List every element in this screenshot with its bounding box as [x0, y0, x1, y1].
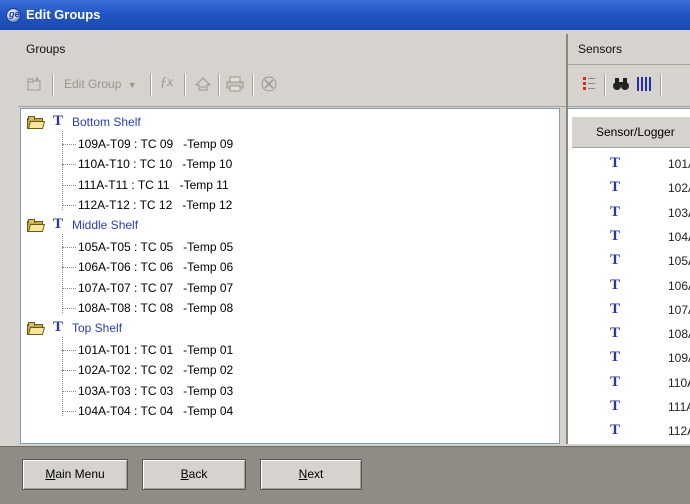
tree-branch-line	[62, 370, 76, 372]
window-title: Edit Groups	[26, 7, 101, 22]
app-logo-icon: ge	[6, 8, 21, 23]
folder-icon[interactable]	[27, 219, 46, 232]
sensor-type-icon: T	[610, 179, 621, 196]
back-label: Back	[180, 467, 208, 481]
sensor-type-icon: T	[610, 422, 621, 439]
sensor-row-id[interactable]: 103A	[668, 206, 690, 220]
edit-group-label: Edit Group	[64, 77, 122, 91]
tree-sensor-item[interactable]: 103A-T03 : TC 03 -Temp 03	[78, 384, 233, 398]
sensor-row-id[interactable]: 110A	[668, 376, 690, 390]
folder-icon[interactable]	[27, 116, 46, 129]
sensor-row-id[interactable]: 101A	[668, 157, 690, 171]
sensor-type-icon: T	[610, 276, 621, 293]
sensor-type-icon: T	[610, 155, 621, 171]
tree-sensor-item[interactable]: 110A-T10 : TC 10 -Temp 10	[78, 157, 232, 171]
sensor-type-icon: T	[610, 325, 621, 342]
sensor-type-icon: T	[610, 398, 621, 414]
tree-sensor-item[interactable]: 109A-T09 : TC 09 -Temp 09	[78, 137, 233, 151]
main-menu-label: Main Menu	[45, 467, 105, 481]
tree-branch-line	[62, 349, 76, 351]
tree-sensor-item[interactable]: 106A-T06 : TC 06 -Temp 06	[78, 260, 233, 274]
groups-panel-title: Groups	[26, 42, 66, 56]
sensor-type-icon: T	[610, 203, 621, 220]
new-group-icon[interactable]	[26, 76, 42, 92]
tree-sensor-item[interactable]: 111A-T11 : TC 11 -Temp 11	[78, 178, 229, 192]
group-type-icon: T	[53, 113, 64, 129]
sensor-list-icon[interactable]	[582, 76, 596, 92]
sensor-row-id[interactable]: 112A	[668, 424, 690, 438]
group-type-icon: T	[53, 319, 64, 335]
tree-sensor-item[interactable]: 105A-T05 : TC 05 -Temp 05	[78, 240, 233, 254]
hierarchy-icon[interactable]	[194, 76, 212, 92]
sensor-row-id[interactable]: 102A	[668, 181, 690, 195]
sensor-type-icon: T	[610, 349, 621, 366]
formula-icon[interactable]: ƒx	[160, 75, 173, 91]
sensor-row-id[interactable]: 107A	[668, 303, 690, 317]
tree-sensor-item[interactable]: 108A-T08 : TC 08 -Temp 08	[78, 301, 233, 315]
edit-group-dropdown[interactable]: Edit Group ▼	[64, 77, 137, 91]
sensor-type-icon: T	[610, 252, 621, 269]
tree-sensor-item[interactable]: 101A-T01 : TC 01 -Temp 01	[78, 343, 233, 357]
tree-group-label[interactable]: Middle Shelf	[72, 218, 138, 232]
chevron-down-icon: ▼	[127, 80, 137, 90]
tree-branch-line	[62, 411, 76, 413]
sensors-panel-title: Sensors	[578, 42, 623, 56]
tree-branch-line	[62, 390, 76, 392]
sensor-type-icon: T	[610, 373, 621, 390]
next-label: Next	[298, 467, 324, 481]
tree-branch-line	[62, 184, 76, 186]
tree-sensor-item[interactable]: 107A-T07 : TC 07 -Temp 07	[78, 281, 233, 295]
tree-sensor-item[interactable]: 104A-T04 : TC 04 -Temp 04	[78, 404, 233, 418]
tree-branch-line	[62, 267, 76, 269]
sensor-type-icon: T	[610, 300, 621, 317]
next-button[interactable]: Next	[260, 459, 362, 490]
folder-icon[interactable]	[27, 322, 46, 335]
tree-branch-line	[62, 143, 76, 145]
tree-branch-line	[62, 287, 76, 289]
sensor-type-icon: T	[610, 227, 621, 244]
back-button[interactable]: Back	[142, 459, 246, 490]
tree-branch-line	[62, 308, 76, 310]
sensor-row-id[interactable]: 105A	[668, 254, 690, 268]
columns-icon[interactable]	[636, 76, 652, 92]
tree-group-label[interactable]: Top Shelf	[72, 321, 122, 335]
tree-sensor-item[interactable]: 102A-T02 : TC 02 -Temp 02	[78, 363, 233, 377]
sensor-row-id[interactable]: 104A	[668, 230, 690, 244]
sensor-row-id[interactable]: 111A	[668, 400, 690, 414]
sensor-logger-header-label: Sensor/Logger	[596, 125, 675, 139]
print-icon[interactable]	[226, 76, 244, 92]
sensor-row-id[interactable]: 109A	[668, 351, 690, 365]
delete-group-icon[interactable]	[260, 75, 278, 93]
tree-group-label[interactable]: Bottom Shelf	[72, 115, 141, 129]
group-type-icon: T	[53, 216, 64, 232]
tree-sensor-item[interactable]: 112A-T12 : TC 12 -Temp 12	[78, 198, 232, 212]
main-menu-button[interactable]: Main Menu	[22, 459, 128, 490]
groups-panel-header	[18, 34, 567, 65]
tree-branch-line	[62, 246, 76, 248]
tree-branch-line	[62, 164, 76, 166]
sensor-row-id[interactable]: 106A	[668, 279, 690, 293]
sensor-row-id[interactable]: 108A	[668, 327, 690, 341]
tree-branch-line	[62, 205, 76, 207]
title-bar	[0, 0, 690, 30]
binoculars-icon[interactable]	[612, 77, 630, 91]
